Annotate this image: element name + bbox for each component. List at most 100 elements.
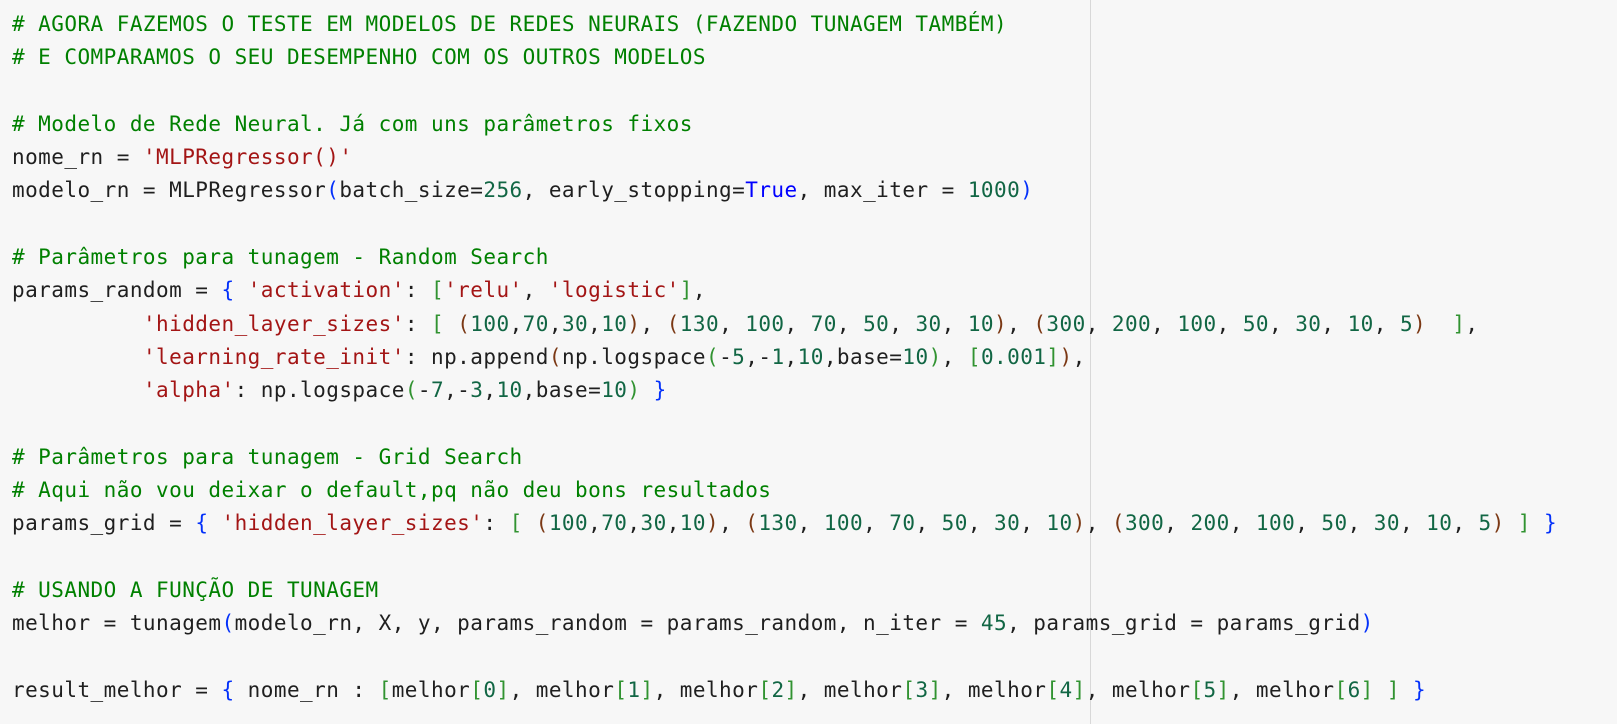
code-token-plain: , (1085, 311, 1112, 336)
code-line[interactable]: # Aqui não vou deixar o default,pq não d… (12, 474, 1557, 507)
code-token-comment: # USANDO A FUNÇÃO DE TUNAGEM (12, 578, 379, 603)
code-content[interactable]: # AGORA FAZEMOS O TESTE EM MODELOS DE RE… (12, 8, 1557, 707)
code-token-plain: , (509, 311, 523, 336)
code-token-number: 10 (601, 378, 628, 403)
code-token-plain: np.logspace (561, 344, 706, 369)
code-token-comment: # E COMPARAMOS O SEU DESEMPENHO COM OS O… (12, 45, 706, 70)
code-token-bracket: ] (1360, 677, 1374, 702)
code-line[interactable]: # USANDO A FUNÇÃO DE TUNAGEM (12, 574, 1557, 607)
code-token-number: 100 (823, 511, 864, 536)
code-token-plain: , (967, 511, 995, 536)
code-line[interactable]: melhor = tunagem(modelo_rn, X, y, params… (12, 607, 1557, 640)
code-line[interactable]: result_melhor = { nome_rn : [melhor[0], … (12, 674, 1557, 707)
code-line[interactable]: 'alpha': np.logspace(-7,-3,10,base=10) } (12, 374, 1557, 407)
code-token-number: 45 (980, 611, 1008, 636)
code-token-brace: { (195, 511, 209, 536)
code-token-bracket: [ (1334, 677, 1348, 702)
code-token-bracket: ] (640, 677, 654, 702)
code-token-bracket: ] (679, 278, 693, 303)
code-token-number: 300 (1124, 511, 1165, 536)
code-line[interactable] (12, 541, 1557, 574)
code-token-bracket: ] (496, 677, 510, 702)
code-token-bracket: ] (1452, 311, 1466, 336)
code-token-paren: ( (1033, 311, 1047, 336)
code-line[interactable]: # Parâmetros para tunagem - Grid Search (12, 441, 1557, 474)
code-line[interactable]: 'learning_rate_init': np.append(np.logsp… (12, 341, 1557, 374)
code-token-plain: , (1164, 511, 1191, 536)
code-token-string: 'hidden_layer_sizes' (142, 311, 405, 336)
code-token-comment: # Aqui não vou deixar o default,pq não d… (12, 478, 772, 503)
code-token-plain: , (588, 311, 602, 336)
code-token-number: 10 (1426, 511, 1453, 536)
code-token-comment: # Parâmetros para tunagem - Random Searc… (12, 245, 549, 270)
code-token-number: 1000 (967, 178, 1021, 203)
code-token-plain: , (548, 311, 562, 336)
code-token-number: 5 (732, 344, 746, 369)
code-token-plain: ,- (745, 344, 772, 369)
code-token-bracket: ] (784, 677, 798, 702)
code-token-bracket: [ (1046, 677, 1060, 702)
code-token-paren: ( (1111, 511, 1125, 536)
code-line[interactable]: modelo_rn = MLPRegressor(batch_size=256,… (12, 174, 1557, 207)
code-token-paren: ) (705, 511, 720, 536)
code-token-brace: } (653, 378, 667, 403)
code-token-plain: batch_size= (339, 178, 484, 203)
code-token-paren: ) (627, 311, 641, 336)
code-token-paren: ) (1491, 511, 1505, 536)
code-token-brace: } (1543, 511, 1558, 536)
code-token-bracket: [ (378, 677, 392, 702)
code-line[interactable]: # Modelo de Rede Neural. Já com uns parâ… (12, 108, 1557, 141)
code-token-number: 3 (470, 378, 484, 403)
code-editor[interactable]: # AGORA FAZEMOS O TESTE EM MODELOS DE RE… (0, 0, 1617, 724)
code-token-plain: , (1321, 311, 1348, 336)
code-token-comment: # Modelo de Rede Neural. Já com uns parâ… (12, 111, 693, 136)
code-token-plain: , (640, 311, 667, 336)
code-token-paren: ( (457, 311, 471, 336)
code-token-number: 6 (1347, 677, 1361, 702)
code-token-plain: result_melhor = (12, 677, 222, 702)
code-token-number: 4 (1059, 677, 1073, 702)
code-token-number: 100 (745, 311, 785, 336)
code-line[interactable]: # AGORA FAZEMOS O TESTE EM MODELOS DE RE… (12, 8, 1557, 41)
code-token-number: 100 (1177, 311, 1217, 336)
code-token-number: 5 (1399, 311, 1414, 336)
code-token-number: 10 (496, 378, 523, 403)
code-line[interactable]: params_grid = { 'hidden_layer_sizes': [ … (12, 507, 1557, 540)
code-token-bracket: [ (1190, 677, 1204, 702)
code-token-plain: , (915, 511, 942, 536)
code-line[interactable]: nome_rn = 'MLPRegressor()' (12, 141, 1557, 174)
code-token-plain: , (1216, 311, 1243, 336)
code-line[interactable] (12, 641, 1557, 674)
code-token-brace: ) (1360, 611, 1374, 636)
code-line[interactable]: 'hidden_layer_sizes': [ (100,70,30,10), … (12, 308, 1557, 341)
code-token-plain: , melhor (1085, 677, 1191, 702)
code-token-number: 10 (1046, 511, 1073, 536)
code-token-string: 'MLPRegressor()' (142, 145, 353, 170)
code-token-plain: , (1465, 311, 1479, 336)
code-token-string: 'logistic' (548, 278, 680, 303)
code-token-plain: , (1151, 311, 1178, 336)
code-line[interactable]: # E COMPARAMOS O SEU DESEMPENHO COM OS O… (12, 41, 1557, 74)
code-token-number: 70 (810, 311, 837, 336)
code-line[interactable] (12, 75, 1557, 108)
code-token-paren: ( (535, 511, 549, 536)
code-token-plain: ,base= (823, 344, 903, 369)
code-line[interactable] (12, 208, 1557, 241)
code-token-plain: , (1295, 511, 1322, 536)
code-line[interactable]: params_random = { 'activation': ['relu',… (12, 274, 1557, 307)
code-token-plain: , melhor (941, 677, 1047, 702)
code-line[interactable] (12, 408, 1557, 441)
code-token-plain: , melhor (797, 677, 903, 702)
code-token-plain: , (1072, 344, 1086, 369)
code-line[interactable]: # Parâmetros para tunagem - Random Searc… (12, 241, 1557, 274)
code-token-plain: melhor = tunagem (12, 611, 222, 636)
code-token-plain: : (404, 311, 431, 336)
code-token-number: 200 (1111, 311, 1152, 336)
code-token-plain: , (588, 511, 602, 536)
